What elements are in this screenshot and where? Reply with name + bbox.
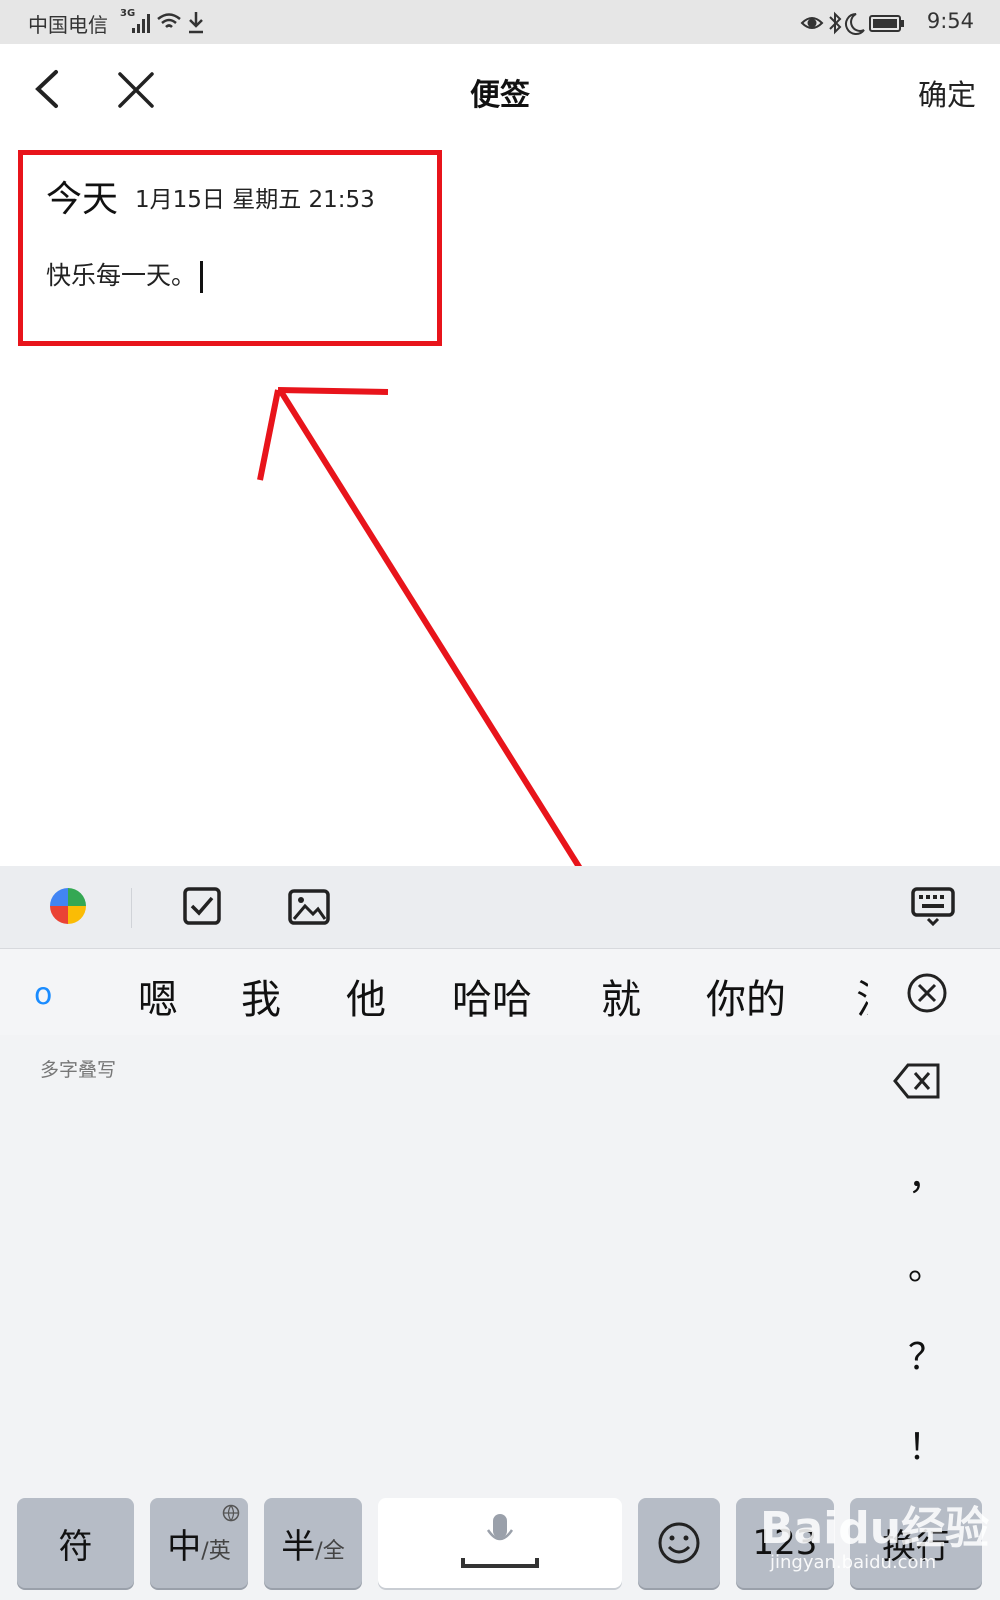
watermark-url: jingyan.baidu.com [770, 1552, 937, 1573]
toolbar-divider [131, 888, 132, 928]
lang-switch-key[interactable]: 中/英 [150, 1498, 248, 1588]
candidate-6[interactable]: 你的 [706, 967, 786, 1025]
annotation-highlight-box [18, 150, 442, 346]
candidate-bar: o 嗯 我 他 哈哈 就 你的 汉 [0, 948, 1000, 1036]
pie-color-icon[interactable] [48, 886, 88, 926]
bluetooth-icon [829, 11, 842, 35]
confirm-button[interactable]: 确定 [918, 72, 976, 114]
half-key-sub: /全 [315, 1539, 345, 1564]
signal-icon [132, 14, 150, 33]
globe-icon [222, 1504, 240, 1522]
checkbox-icon[interactable] [182, 886, 222, 926]
lang-key-sub: /英 [201, 1539, 231, 1564]
candidate-2[interactable]: 我 [241, 967, 281, 1025]
emoji-key[interactable] [638, 1498, 720, 1588]
space-key[interactable] [378, 1498, 622, 1588]
eye-icon [800, 17, 824, 29]
symbol-key[interactable]: 符 [17, 1498, 134, 1588]
candidate-3[interactable]: 他 [346, 967, 386, 1025]
half-key-main: 半 [281, 1526, 316, 1567]
battery-icon [869, 15, 904, 32]
image-icon[interactable] [287, 888, 331, 926]
candidate-1[interactable]: 嗯 [138, 967, 178, 1025]
candidate-7[interactable]: 汉 [856, 967, 868, 1025]
moon-icon [845, 13, 865, 35]
page-title: 便签 [470, 78, 530, 113]
keyboard-hide-icon[interactable] [910, 886, 956, 926]
composing-text: o [34, 977, 53, 1012]
backspace-icon[interactable] [892, 1062, 942, 1100]
keyboard-toolbar [0, 866, 1000, 948]
candidate-4[interactable]: 哈哈 [452, 967, 532, 1025]
emoji-icon [658, 1522, 700, 1564]
handwriting-mode-hint: 多字叠写 [40, 1059, 117, 1081]
punct-question[interactable]: ？ [908, 1328, 944, 1380]
status-right-icons [800, 11, 904, 35]
punct-comma[interactable]: ， [908, 1148, 944, 1200]
watermark-brand: Baidu经验 [760, 1503, 990, 1554]
collapse-candidates-icon[interactable] [905, 971, 949, 1015]
punct-exclaim[interactable]: ！ [908, 1418, 944, 1470]
download-icon [189, 12, 203, 34]
microphone-space-icon [461, 1514, 539, 1568]
wifi-icon [157, 13, 181, 28]
lang-key-main: 中 [167, 1526, 202, 1567]
half-full-width-key[interactable]: 半/全 [264, 1498, 362, 1588]
punct-period[interactable]: 。 [908, 1238, 944, 1290]
signal-wifi-download-icons [132, 12, 203, 34]
candidate-5[interactable]: 就 [601, 967, 641, 1025]
status-carrier: 中国电信 [28, 13, 108, 37]
symbol-key-label: 符 [58, 1526, 93, 1567]
status-time: 9:54 [926, 9, 974, 33]
